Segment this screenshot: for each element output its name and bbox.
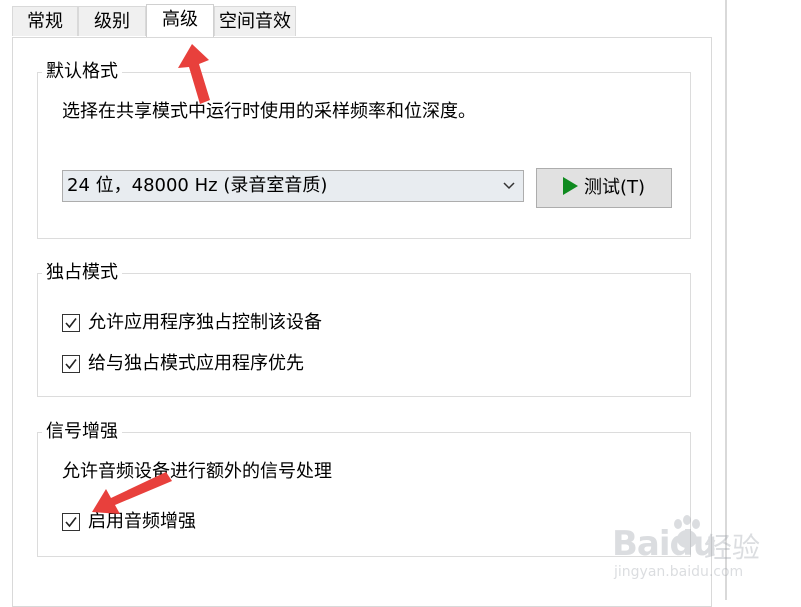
default-format-title: 默认格式 [42, 58, 122, 86]
exclusive-mode-group: 独占模式 允许应用程序独占控制该设备 给与独占模式应用程序优先 [37, 259, 691, 397]
signal-enhancement-title: 信号增强 [42, 418, 122, 446]
signal-enhancement-description: 允许音频设备进行额外的信号处理 [62, 461, 332, 482]
enable-audio-enhancement-checkbox[interactable] [62, 513, 80, 531]
tab-general[interactable]: 常规 [12, 6, 78, 36]
allow-exclusive-control-checkbox[interactable] [62, 314, 80, 332]
chevron-down-icon [503, 182, 515, 190]
signal-enhancement-group: 信号增强 允许音频设备进行额外的信号处理 启用音频增强 [37, 418, 691, 557]
tab-advanced[interactable]: 高级 [146, 4, 214, 37]
default-format-description: 选择在共享模式中运行时使用的采样频率和位深度。 [62, 101, 476, 122]
test-button[interactable]: 测试(T) [536, 168, 672, 208]
exclusive-priority-checkbox[interactable] [62, 355, 80, 373]
baidu-watermark: Baidu 经验 jingyan.baidu.com [612, 512, 772, 582]
tab-levels[interactable]: 级别 [78, 6, 146, 36]
allow-exclusive-control-label: 允许应用程序独占控制该设备 [88, 312, 322, 333]
checkmark-icon [65, 517, 77, 528]
window-background-right [727, 0, 801, 600]
default-format-group: 默认格式 选择在共享模式中运行时使用的采样频率和位深度。 24 位，48000 … [37, 58, 691, 239]
exclusive-mode-title: 独占模式 [42, 259, 122, 287]
paw-icon [674, 515, 700, 548]
test-button-label: 测试(T) [583, 177, 646, 198]
format-select[interactable]: 24 位，48000 Hz (录音室音质) [62, 170, 524, 202]
checkmark-icon [65, 318, 77, 329]
enable-audio-enhancement-label: 启用音频增强 [88, 511, 196, 532]
checkmark-icon [65, 359, 77, 370]
tab-spatial-sound[interactable]: 空间音效 [214, 6, 296, 36]
advanced-panel: 默认格式 选择在共享模式中运行时使用的采样频率和位深度。 24 位，48000 … [12, 37, 712, 607]
watermark-text: 经验 [704, 531, 761, 564]
watermark-url: jingyan.baidu.com [614, 564, 744, 580]
exclusive-priority-label: 给与独占模式应用程序优先 [88, 353, 304, 374]
format-select-value: 24 位，48000 Hz (录音室音质) [67, 175, 328, 196]
play-icon [562, 177, 578, 195]
